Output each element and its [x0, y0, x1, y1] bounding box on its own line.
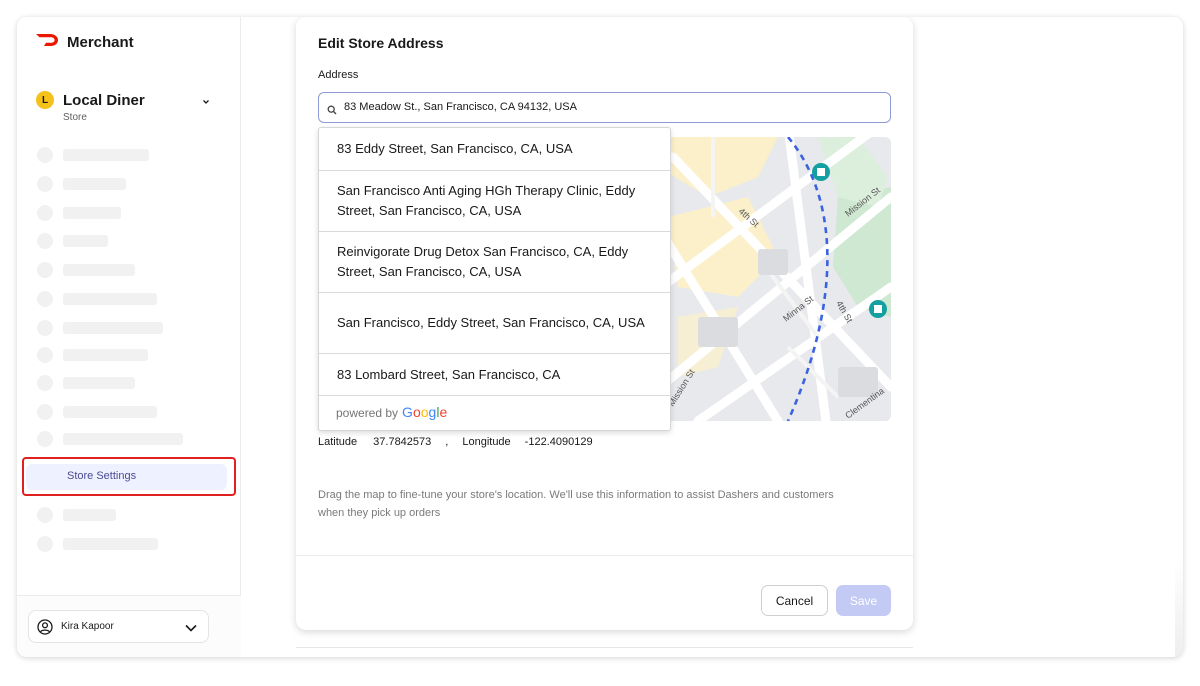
powered-by-text: powered by [336, 406, 399, 420]
background-divider [296, 647, 913, 648]
nav-item-placeholder [37, 233, 108, 249]
nav-item-placeholder [37, 320, 163, 336]
nav-item-placeholder [37, 375, 135, 391]
coordinates-readout: Latitude 37.7842573 , Longitude -122.409… [318, 436, 593, 448]
user-menu-button[interactable]: Kira Kapoor [28, 610, 209, 643]
edit-address-modal: Edit Store Address Address 83 Meadow St.… [296, 17, 913, 630]
user-name: Kira Kapoor [61, 621, 114, 632]
address-suggestions-dropdown: 83 Eddy Street, San Francisco, CA, USA S… [318, 127, 671, 431]
app-window: Merchant L Local Diner Store Store Setti… [17, 17, 1183, 657]
nav-item-placeholder [37, 347, 148, 363]
cancel-button[interactable]: Cancel [761, 585, 828, 616]
nav-item-placeholder [37, 176, 126, 192]
help-text: Drag the map to fine-tune your store's l… [318, 489, 834, 519]
background-edge [1175, 557, 1183, 657]
store-avatar: L [36, 91, 54, 109]
nav-item-placeholder [37, 536, 158, 552]
latitude-label: Latitude [318, 436, 358, 448]
nav-item-placeholder [37, 404, 157, 420]
chevron-down-icon[interactable] [201, 94, 211, 112]
brand[interactable]: Merchant [35, 33, 134, 52]
store-name: Local Diner [63, 92, 145, 109]
sidebar: Merchant L Local Diner Store Store Setti… [17, 17, 241, 657]
nav-item-placeholder [37, 431, 183, 447]
suggestion-item[interactable]: San Francisco Anti Aging HGh Therapy Cli… [319, 171, 670, 232]
chevron-down-icon [184, 621, 198, 639]
nav-item-placeholder [37, 291, 157, 307]
coordinate-separator: , [445, 436, 449, 448]
suggestion-item[interactable]: San Francisco, Eddy Street, San Francisc… [319, 293, 670, 354]
search-icon [327, 102, 337, 120]
address-input[interactable] [344, 99, 874, 115]
brand-name: Merchant [67, 34, 134, 51]
nav-item-placeholder [37, 205, 121, 221]
store-subtitle: Store [63, 112, 87, 123]
longitude-value: -122.4090129 [524, 436, 593, 448]
google-logo: Google [402, 404, 448, 420]
user-circle-icon [37, 619, 53, 640]
nav-item-placeholder [37, 262, 135, 278]
suggestion-item[interactable]: 83 Eddy Street, San Francisco, CA, USA [319, 128, 670, 171]
powered-by-google: powered by Google [336, 404, 447, 420]
longitude-label: Longitude [462, 436, 511, 448]
highlight-annotation [22, 457, 236, 496]
modal-title: Edit Store Address [318, 35, 444, 51]
modal-footer-divider [296, 555, 913, 556]
suggestion-item[interactable]: 83 Lombard Street, San Francisco, CA [319, 354, 670, 396]
latitude-value: 37.7842573 [373, 436, 432, 448]
nav-item-placeholder [37, 507, 116, 523]
nav-item-placeholder [37, 147, 149, 163]
sidebar-footer: Kira Kapoor [17, 595, 241, 657]
suggestion-item[interactable]: Reinvigorate Drug Detox San Francisco, C… [319, 232, 670, 293]
doordash-logo-icon [35, 33, 59, 52]
address-label: Address [318, 69, 359, 81]
address-field[interactable] [318, 92, 891, 123]
save-button[interactable]: Save [836, 585, 891, 616]
